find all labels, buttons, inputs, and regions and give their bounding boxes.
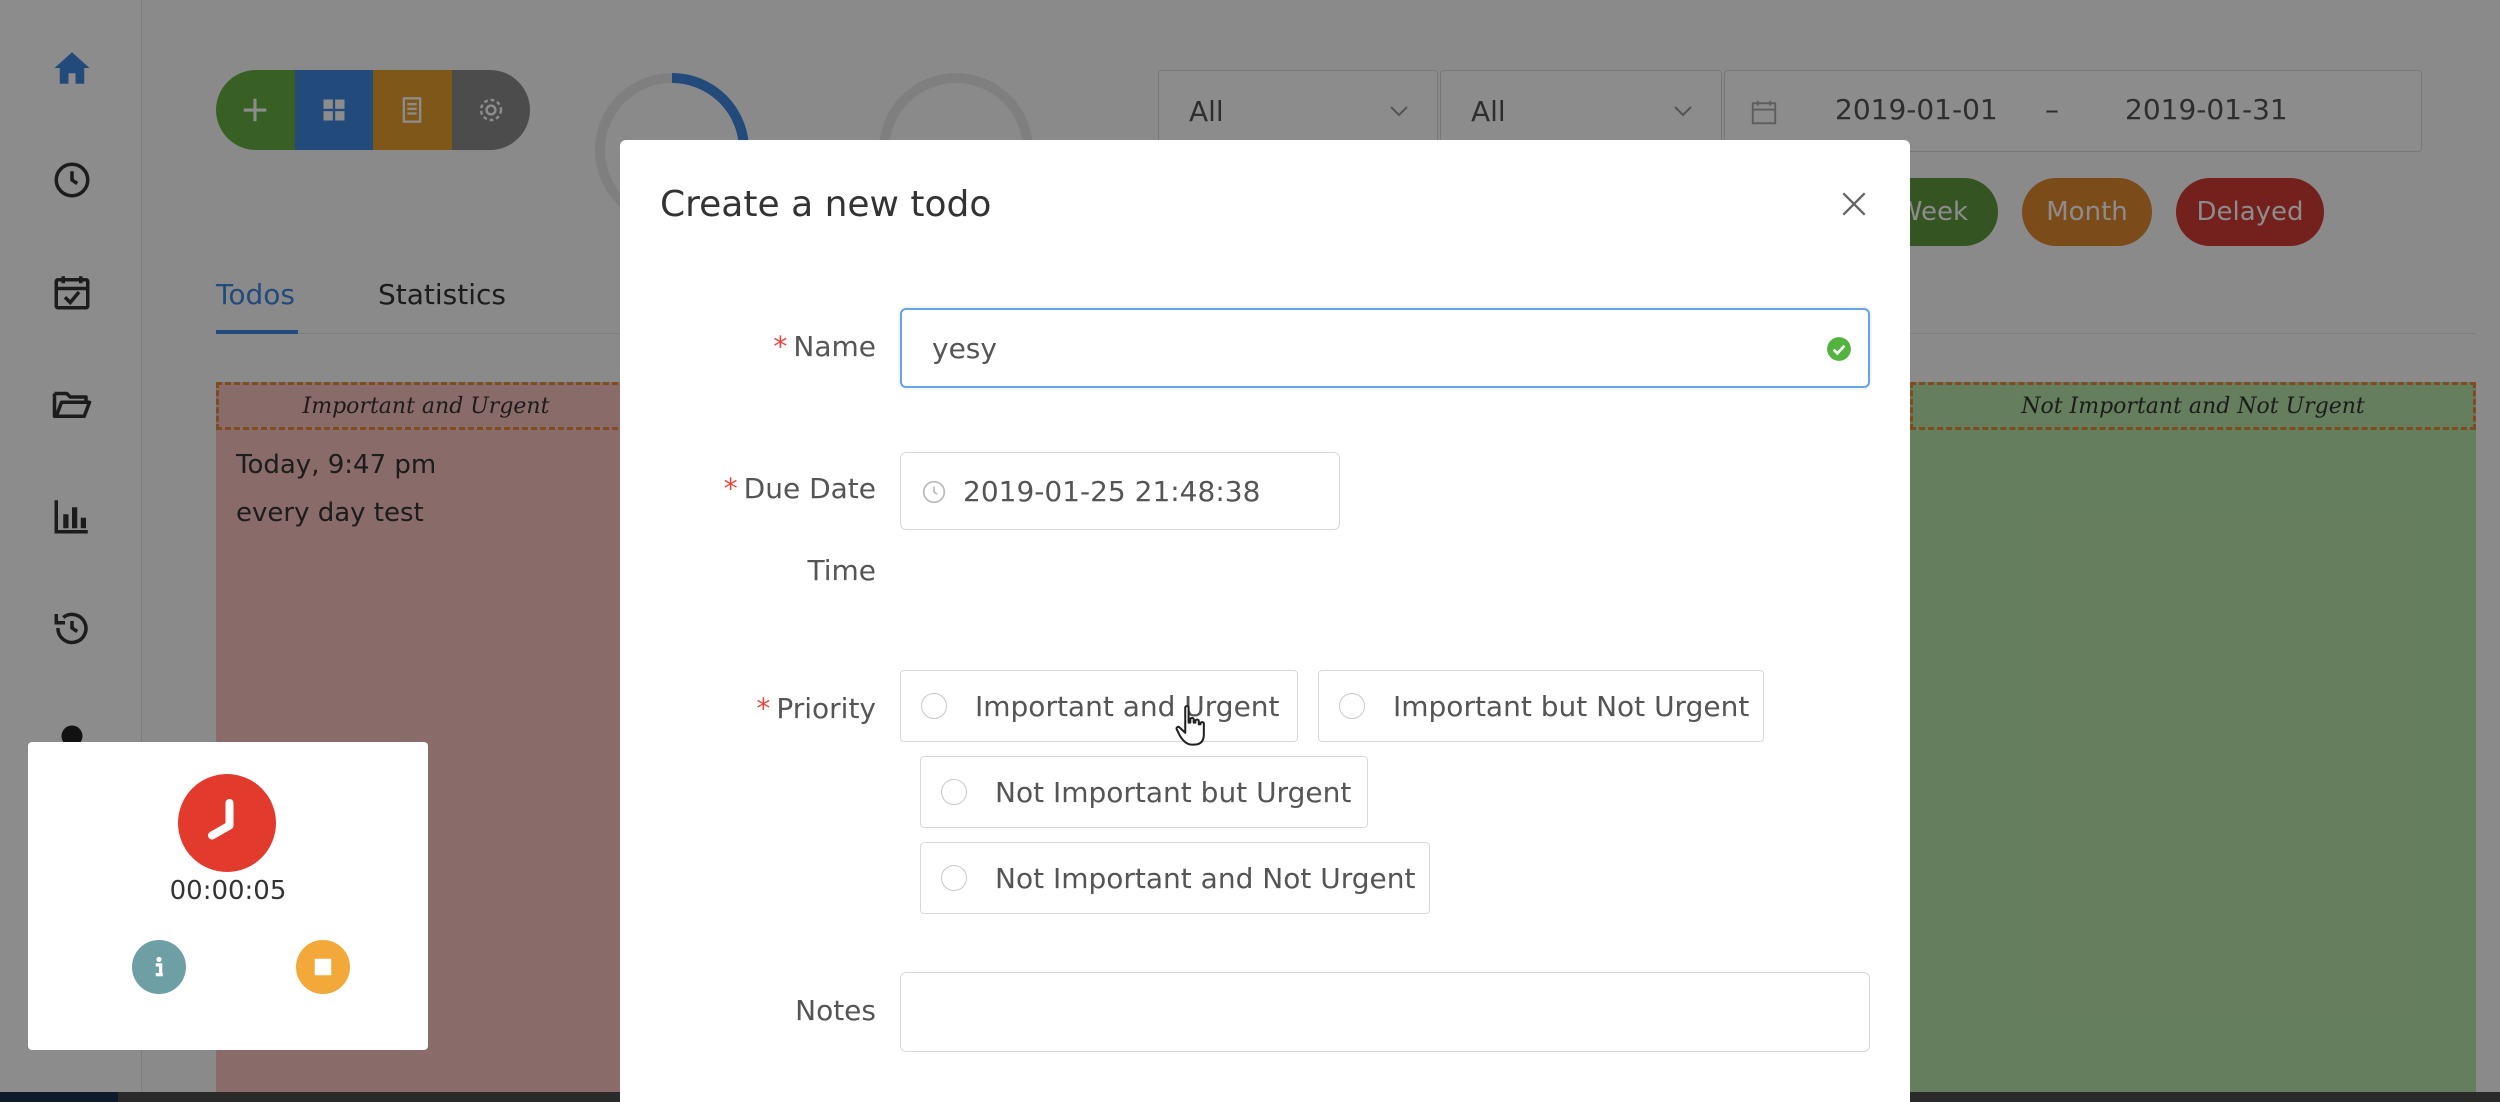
name-input[interactable]: yesy [900,308,1870,388]
check-circle-icon [1827,337,1851,361]
timer-clock[interactable] [178,774,276,872]
radio-label: Important and Urgent [975,689,1280,723]
radio-circle [941,779,967,805]
due-time-label: Time [807,554,876,587]
due-date-label: * Due Date [723,472,876,505]
timer-elapsed: 00:00:05 [169,876,287,906]
radio-circle [1339,693,1365,719]
close-icon[interactable] [1838,188,1870,220]
due-date-value: 2019-01-25 21:48:38 [963,475,1261,508]
clock-icon [208,799,234,840]
required-mark: * [756,692,771,725]
notes-label: Notes [795,994,876,1027]
priority-label: * Priority [756,692,876,725]
stop-icon [314,958,332,976]
timer-info-button[interactable] [132,940,186,994]
radio-circle [921,693,947,719]
create-todo-modal: Create a new todo * Name yesy * Due Date T… [620,140,1910,1102]
due-date-picker[interactable]: 2019-01-25 21:48:38 [900,452,1340,530]
timer-widget: 00:00:05 [28,742,428,1050]
required-mark: * [773,330,788,363]
radio-label: Not Important but Urgent [995,775,1352,809]
radio-label: Important but Not Urgent [1393,689,1750,723]
priority-option-important-urgent[interactable]: Important and Urgent [900,670,1298,742]
notes-input[interactable] [900,972,1870,1052]
modal-title: Create a new todo [660,184,992,225]
required-mark: * [723,472,738,505]
radio-label: Not Important and Not Urgent [995,861,1416,895]
priority-option-not-important-urgent[interactable]: Not Important but Urgent [920,756,1368,828]
priority-option-important-not-urgent[interactable]: Important but Not Urgent [1318,670,1764,742]
radio-circle [941,865,967,891]
hand-cursor-icon [1175,705,1205,746]
name-input-value: yesy [932,332,997,365]
timer-stop-button[interactable] [296,940,350,994]
clock-icon [922,480,946,504]
name-label: * Name [773,330,876,363]
info-icon [155,956,163,977]
priority-option-not-important-not-urgent[interactable]: Not Important and Not Urgent [920,842,1430,914]
